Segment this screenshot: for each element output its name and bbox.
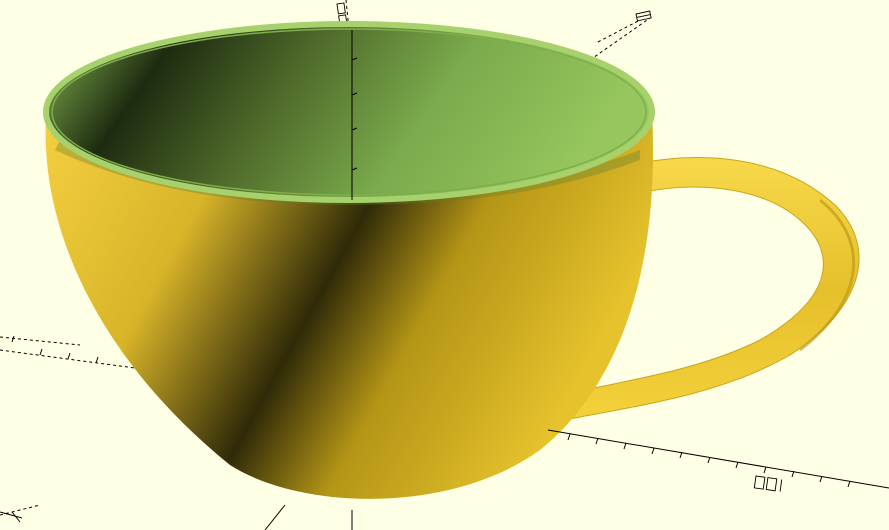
axis-line-y-upper [589,17,651,61]
axis-line-neg-y [264,504,286,530]
axis-line-y-upper-2 [597,19,641,43]
x-axis-scale-label [753,475,783,492]
axis-line-pos-x [547,429,889,489]
x-tick-7 [735,461,739,469]
3d-viewport[interactable] [0,0,889,530]
x-tick-3 [623,442,627,450]
x-tick-8 [763,466,767,474]
y-axis-scale-label [635,10,652,22]
x-tick-1 [567,433,571,441]
viewport-canvas[interactable] [0,0,889,530]
x-tick-2 [595,437,599,445]
x-tick-11 [847,480,851,488]
x-tick-6 [707,456,711,464]
axis-gizmo [0,511,23,523]
x-tick-4 [651,447,655,455]
